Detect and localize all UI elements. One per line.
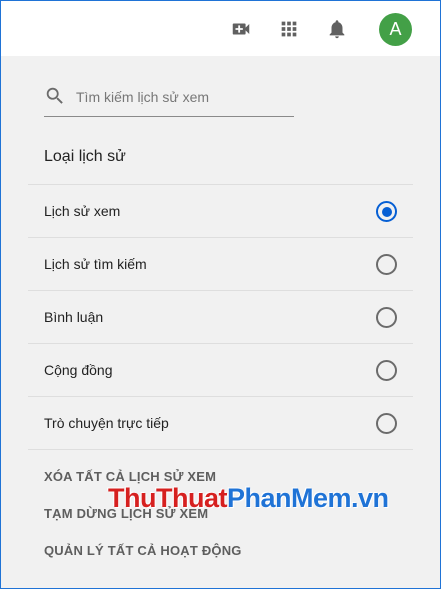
search-bar [44, 82, 294, 117]
option-live-chat[interactable]: Trò chuyện trực tiếp [28, 396, 413, 450]
option-comments[interactable]: Bình luận [28, 290, 413, 343]
create-video-icon[interactable] [230, 18, 252, 40]
avatar-letter: A [389, 19, 402, 39]
watermark-part-1: ThuThuat [108, 483, 227, 513]
option-watch-history[interactable]: Lịch sử xem [28, 184, 413, 237]
top-bar: A [1, 1, 440, 56]
radio-button[interactable] [376, 360, 397, 381]
radio-button[interactable] [376, 201, 397, 222]
option-search-history[interactable]: Lịch sử tìm kiếm [28, 237, 413, 290]
radio-button[interactable] [376, 307, 397, 328]
radio-button[interactable] [376, 413, 397, 434]
option-label: Bình luận [44, 309, 104, 325]
history-type-options: Lịch sử xem Lịch sử tìm kiếm Bình luận C… [28, 184, 413, 450]
clear-all-watch-history-button[interactable]: XÓA TẤT CẢ LỊCH SỬ XEM [44, 469, 216, 484]
option-community[interactable]: Cộng đồng [28, 343, 413, 396]
avatar[interactable]: A [379, 13, 412, 46]
apps-grid-icon[interactable] [278, 18, 300, 40]
watermark-logo: ThuThuatPhanMem.vn [108, 483, 389, 514]
search-icon [46, 87, 63, 104]
watermark-part-2: PhanMem [226, 483, 352, 513]
option-label: Trò chuyện trực tiếp [44, 415, 169, 431]
notifications-bell-icon[interactable] [326, 18, 348, 40]
option-label: Cộng đồng [44, 362, 113, 378]
watermark-part-3: .vn [351, 483, 389, 513]
radio-button[interactable] [376, 254, 397, 275]
option-label: Lịch sử tìm kiếm [44, 256, 147, 272]
manage-all-activity-button[interactable]: QUẢN LÝ TẤT CẢ HOẠT ĐỘNG [44, 543, 242, 558]
history-type-title: Loại lịch sử [44, 148, 126, 165]
option-label: Lịch sử xem [44, 203, 121, 219]
search-input[interactable] [74, 82, 293, 112]
